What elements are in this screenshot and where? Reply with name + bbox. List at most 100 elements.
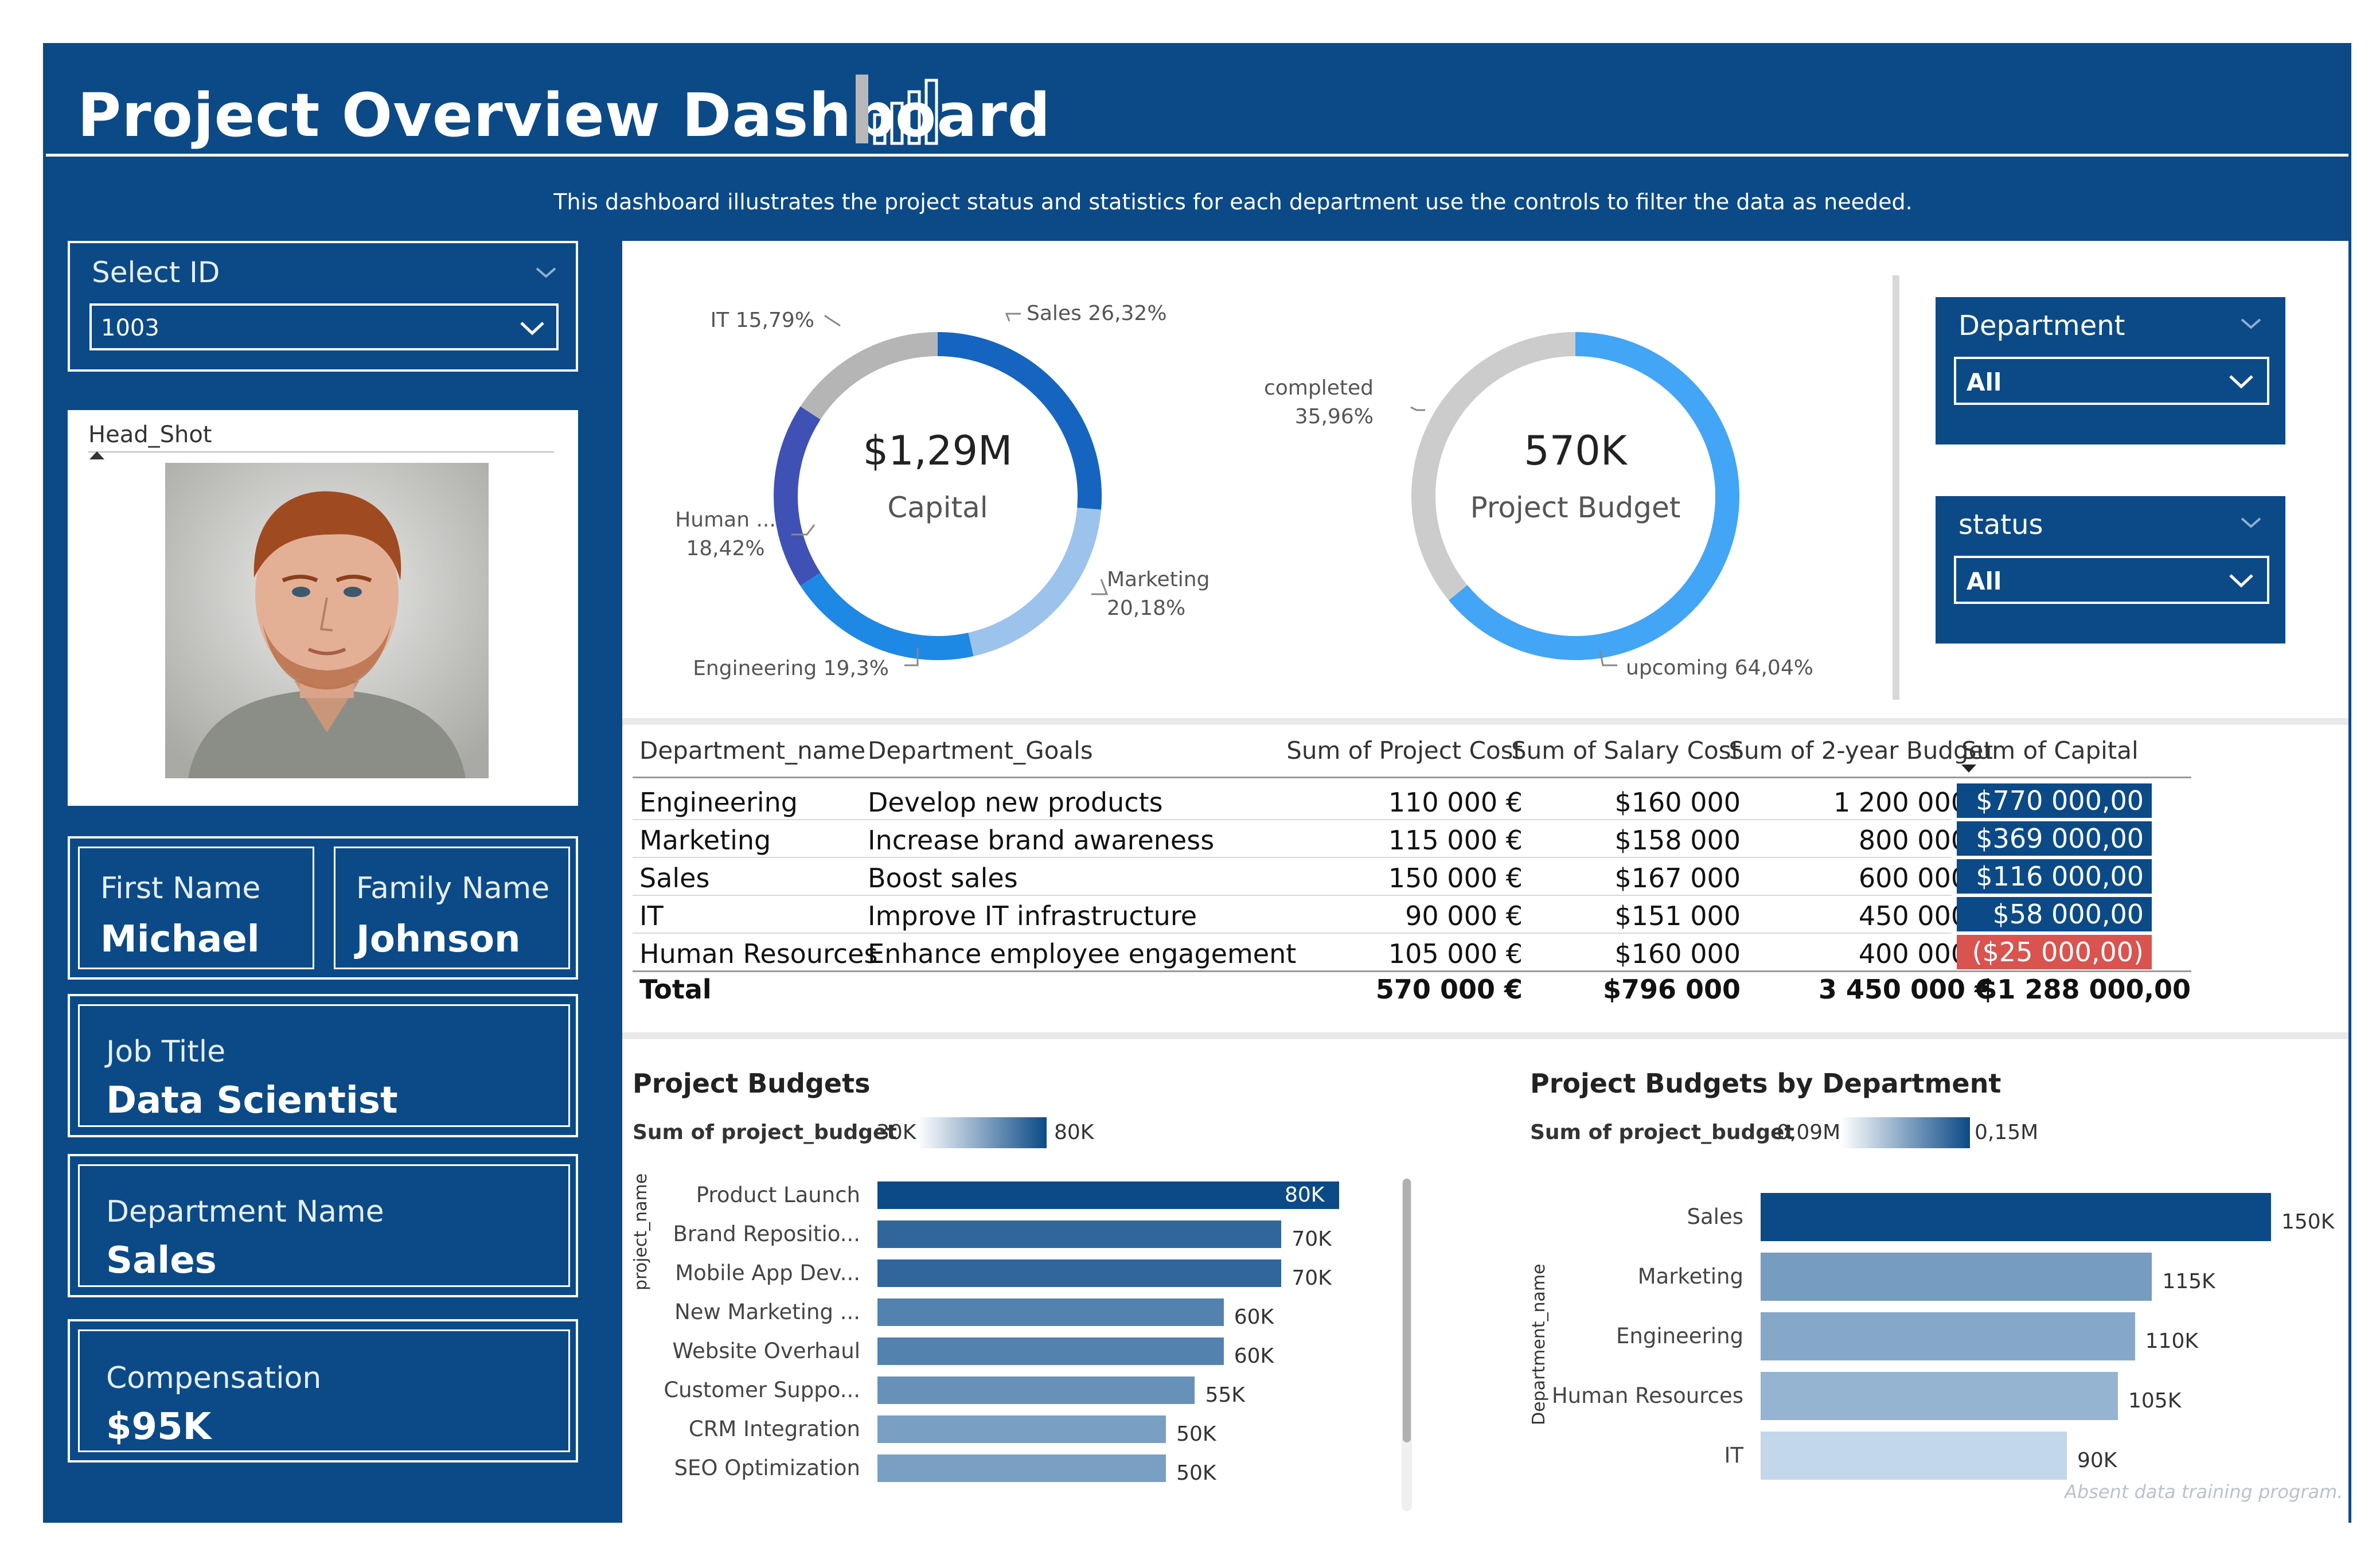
scrollbar-track[interactable] bbox=[1402, 1179, 1412, 1511]
portrait-photo bbox=[165, 463, 489, 778]
table-cell-goal: Improve IT infrastructure bbox=[868, 900, 1197, 931]
dept-budgets-legend-label: Sum of project_budget bbox=[1530, 1121, 1794, 1144]
table-total-label: Total bbox=[639, 974, 712, 1005]
table-cell-department: Human Resources bbox=[639, 938, 878, 969]
table-total-capital: $1 288 000,00 bbox=[1979, 974, 2191, 1005]
dept-budgets-bars: Sales 150K Marketing 115K Engineering 110K Hum… bbox=[1548, 1193, 2340, 1503]
bar[interactable] bbox=[877, 1454, 1166, 1482]
bar[interactable] bbox=[877, 1376, 1195, 1404]
bar-category-label: Brand Repositio... bbox=[673, 1222, 860, 1246]
bar-category-label: Marketing bbox=[1637, 1264, 1743, 1289]
table-header-2year-budget[interactable]: Sum of 2-year Budget bbox=[1706, 736, 1993, 765]
table-cell-goal: Enhance employee engagement bbox=[868, 938, 1297, 969]
bar[interactable] bbox=[877, 1181, 1339, 1209]
table-row-divider bbox=[633, 895, 1952, 896]
bar[interactable] bbox=[1761, 1372, 2118, 1420]
capital-label-it: IT 15,79% bbox=[711, 309, 814, 332]
chevron-down-icon bbox=[2229, 375, 2253, 389]
capital-label-engineering: Engineering 19,3% bbox=[693, 657, 889, 680]
project-budgets-legend-gradient bbox=[918, 1117, 1047, 1148]
table-cell-capital: $116 000,00 bbox=[1957, 859, 2152, 894]
table-row-divider bbox=[633, 933, 1952, 934]
select-id-dropdown[interactable]: 1003 bbox=[89, 303, 559, 350]
status-filter-value: All bbox=[1967, 567, 2002, 595]
bar[interactable] bbox=[877, 1415, 1166, 1443]
family-name-box: Family Name Johnson bbox=[334, 847, 570, 969]
department-name-label: Department Name bbox=[106, 1195, 384, 1229]
bar-value-label: 55K bbox=[1205, 1383, 1245, 1407]
bar[interactable] bbox=[1761, 1432, 2067, 1480]
table-cell-capital: $770 000,00 bbox=[1957, 783, 2152, 818]
chevron-down-icon[interactable] bbox=[534, 266, 557, 280]
bar-value-label: 60K bbox=[1234, 1305, 1274, 1329]
compensation-card: Compensation $95K bbox=[68, 1319, 578, 1463]
job-title-label: Job Title bbox=[106, 1035, 226, 1069]
bar-value-label: 115K bbox=[2162, 1270, 2215, 1293]
budget-label-completed: completed bbox=[1264, 376, 1374, 400]
capital-center-value: $1,29M bbox=[863, 427, 1013, 474]
donut-slice-it[interactable] bbox=[800, 332, 938, 420]
chevron-down-icon[interactable] bbox=[2239, 317, 2262, 331]
compensation-value: $95K bbox=[106, 1406, 212, 1448]
compensation-label: Compensation bbox=[106, 1361, 322, 1395]
head-shot-label: Head_Shot bbox=[88, 422, 212, 448]
table-cell-goal: Develop new products bbox=[868, 787, 1163, 818]
table-total-salary-cost: $796 000 bbox=[1602, 974, 1741, 1005]
table-body: Engineering Develop new products 110 000 €… bbox=[622, 781, 2348, 972]
project-budget-donut-chart: 570K Project Budget completed 35,96% upc… bbox=[1264, 332, 1813, 680]
table-cell-capital: ($25 000,00) bbox=[1957, 935, 2152, 969]
bar[interactable] bbox=[877, 1220, 1282, 1248]
table-header-department-name[interactable]: Department_name bbox=[639, 736, 865, 765]
scrollbar-thumb[interactable] bbox=[1403, 1179, 1411, 1442]
department-name-value: Sales bbox=[106, 1239, 217, 1282]
table-cell-2year-budget: 400 000 € bbox=[1858, 938, 1993, 969]
bar[interactable] bbox=[1761, 1193, 2271, 1241]
donut-slice-sales[interactable] bbox=[937, 332, 1102, 510]
department-box: Department Name Sales bbox=[78, 1164, 570, 1287]
project-budgets-legend-min: 30K bbox=[876, 1121, 916, 1144]
donut-slice-marketing[interactable] bbox=[968, 507, 1102, 657]
project-budgets-title: Project Budgets bbox=[633, 1068, 871, 1099]
first-name-box: First Name Michael bbox=[78, 847, 314, 969]
bar-value-label: 50K bbox=[1176, 1422, 1216, 1446]
bar[interactable] bbox=[877, 1337, 1224, 1365]
table-cell-salary-cost: $158 000 bbox=[1614, 825, 1741, 856]
bar-value-label: 150K bbox=[2281, 1210, 2335, 1234]
capital-center-label: Capital bbox=[887, 491, 988, 524]
department-card: Department Name Sales bbox=[68, 1154, 578, 1297]
job-title-box: Job Title Data Scientist bbox=[78, 1004, 570, 1127]
department-filter-dropdown[interactable]: All bbox=[1954, 357, 2269, 405]
department-table: Department_name Department_Goals Sum of … bbox=[622, 725, 2348, 1032]
bar[interactable] bbox=[1761, 1253, 2152, 1301]
bar-category-label: SEO Optimization bbox=[674, 1456, 860, 1480]
chevron-down-icon[interactable] bbox=[2239, 516, 2262, 530]
select-id-value: 1003 bbox=[101, 315, 159, 341]
bar-value-label: 50K bbox=[1176, 1461, 1216, 1485]
sort-down-icon[interactable] bbox=[1960, 763, 1977, 774]
bar-category-label: Website Overhaul bbox=[672, 1339, 860, 1363]
table-total-2year-budget: 3 450 000 € bbox=[1818, 974, 1993, 1005]
table-header-project-cost[interactable]: Sum of Project Cost bbox=[1242, 736, 1523, 765]
donut-slice-engineering[interactable] bbox=[800, 572, 974, 660]
table-cell-capital: $369 000,00 bbox=[1957, 821, 2152, 856]
bar[interactable] bbox=[877, 1259, 1282, 1287]
title-underline bbox=[46, 154, 2348, 157]
status-filter-dropdown[interactable]: All bbox=[1954, 556, 2269, 604]
bar-category-label: Mobile App Dev... bbox=[675, 1261, 860, 1285]
donut-slice-human-resources[interactable] bbox=[774, 406, 821, 586]
watermark-text: Absent data training program. bbox=[2065, 1481, 2343, 1503]
job-title-value: Data Scientist bbox=[106, 1079, 398, 1122]
bar[interactable] bbox=[877, 1298, 1224, 1326]
budget-center-value: 570K bbox=[1524, 427, 1628, 474]
table-header-salary-cost[interactable]: Sum of Salary Cost bbox=[1482, 736, 1741, 765]
project-budgets-legend-label: Sum of project_budget bbox=[633, 1121, 897, 1144]
table-header-department-goals[interactable]: Department_Goals bbox=[868, 736, 1093, 765]
bar-value-label: 105K bbox=[2128, 1389, 2182, 1413]
sort-up-icon[interactable] bbox=[88, 450, 106, 461]
budget-label-upcoming: upcoming 64,04% bbox=[1626, 656, 1813, 680]
table-total-rule bbox=[633, 970, 2191, 972]
table-header-capital[interactable]: Sum of Capital bbox=[1961, 736, 2139, 765]
project-budgets-legend-max: 80K bbox=[1054, 1121, 1094, 1144]
section-divider bbox=[622, 718, 2348, 725]
bar[interactable] bbox=[1761, 1312, 2135, 1360]
